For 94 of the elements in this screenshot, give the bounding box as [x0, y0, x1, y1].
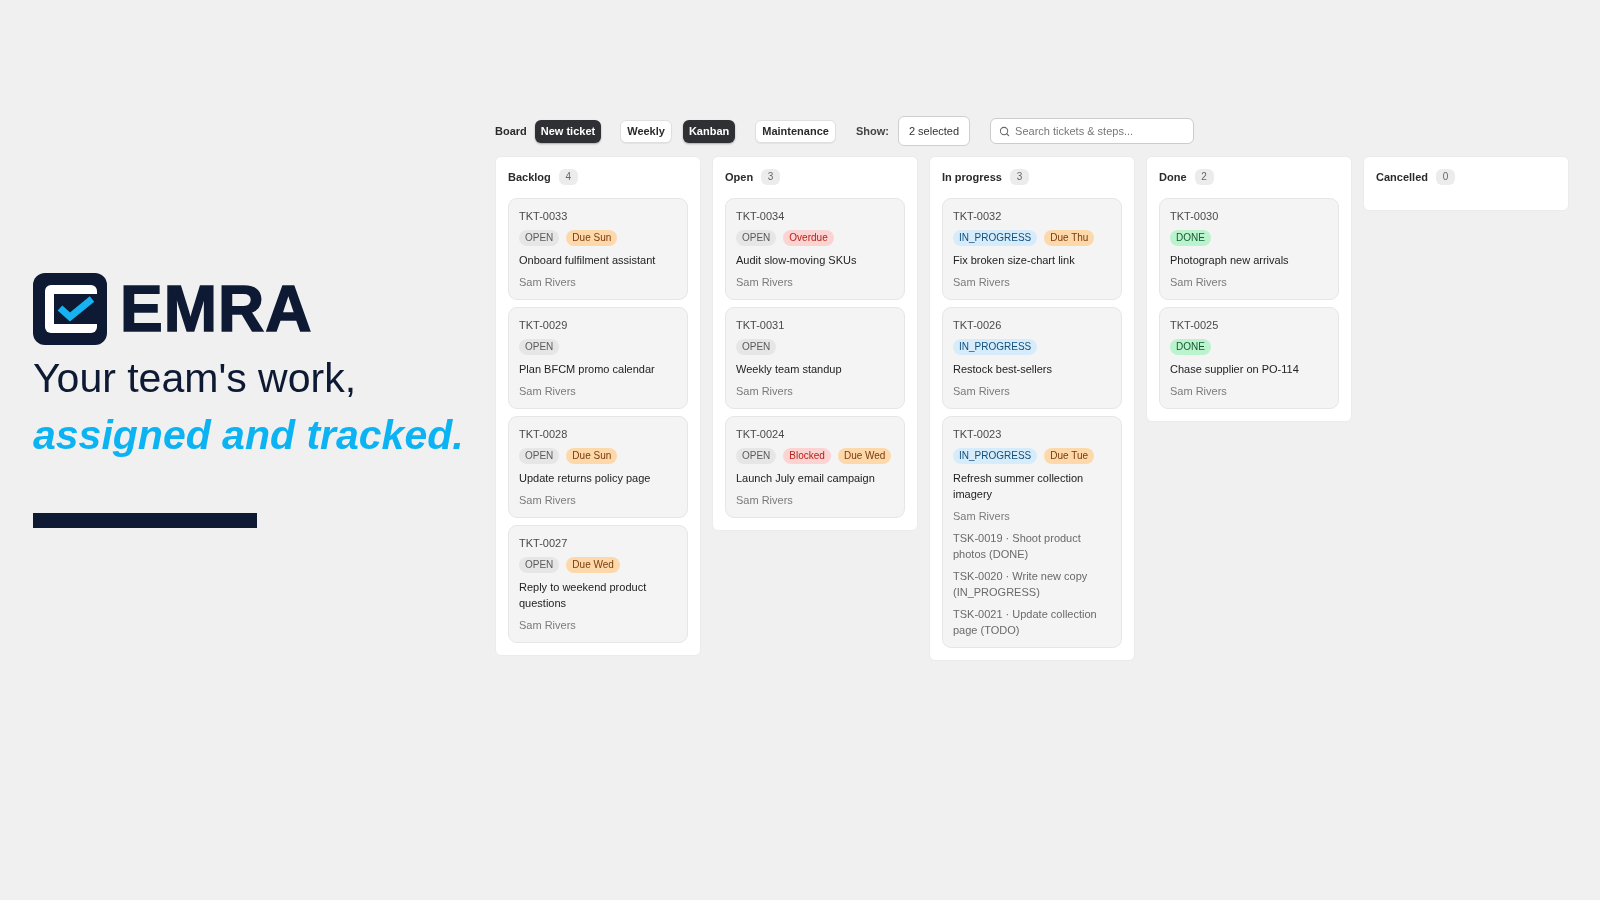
status-badge: OPEN	[736, 448, 777, 464]
column-title: In progress	[942, 169, 1002, 185]
column-title: Cancelled	[1376, 169, 1428, 185]
ticket-title: Update returns policy page	[519, 471, 652, 486]
assignee-name: Sam Rivers	[519, 275, 577, 290]
assignee-name: Sam Rivers	[519, 384, 577, 399]
status-badge: DONE	[1170, 339, 1211, 355]
ticket-id: TKT-0030	[1170, 209, 1220, 224]
ticket-card[interactable]: TKT-0028 OPEN Due Sun Update returns policy page Sam Rivers	[508, 416, 688, 518]
ticket-title: Launch July email campaign	[736, 471, 876, 486]
logo-icon	[33, 273, 107, 345]
ticket-title: Restock best-sellers	[953, 362, 1054, 377]
status-badge: OPEN	[736, 230, 777, 246]
ticket-title: Onboard fulfilment assistant	[519, 253, 657, 268]
ticket-id: TKT-0023	[953, 427, 1003, 442]
ticket-id: TKT-0024	[736, 427, 786, 442]
view-tab[interactable]: Kanban	[682, 119, 736, 143]
tagline-text: Your team's work,	[33, 355, 357, 401]
ticket-title: Fix broken size-chart link	[953, 253, 1076, 268]
new-ticket-button[interactable]: New ticket	[534, 119, 602, 143]
ticket-title: Photograph new arrivals	[1170, 253, 1290, 268]
status-badge: OPEN	[519, 448, 560, 464]
assignee-name: Sam Rivers	[1170, 384, 1228, 399]
ticket-title: Reply to weekend product questions	[519, 580, 648, 611]
ticket-id: TKT-0029	[519, 318, 569, 333]
ticket-card[interactable]: TKT-0029 OPEN Plan BFCM promo calendar Sam Rivers	[508, 307, 688, 409]
search-field[interactable]: Search tickets & steps...	[990, 118, 1195, 144]
ticket-card[interactable]: TKT-0033 OPEN Due Sun Onboard fulfilment assistant Sam Rivers	[508, 198, 688, 300]
subtask-text: TSK-0021 · Update collection page (TODO)	[953, 607, 1098, 638]
assignee-name: Sam Rivers	[736, 275, 794, 290]
count-badge: 0	[1435, 169, 1455, 185]
due-badge: Due Wed	[837, 448, 892, 464]
column-title: Done	[1159, 169, 1187, 185]
ticket-id: TKT-0027	[519, 536, 569, 551]
ticket-title: Audit slow-moving SKUs	[736, 253, 858, 268]
ticket-card[interactable]: TKT-0030 DONE Photograph new arrivals Sam Rivers	[1159, 198, 1339, 300]
ticket-card[interactable]: TKT-0023 IN_PROGRESS Due Tue Refresh summer collection imagery Sam Rivers TSK-0019 · Shoot product photos (DONE) TSK-0020 · Write new copy (IN_PROGRESS) TSK-0021 · Update collection page (TODO)	[942, 416, 1122, 648]
column-title: Backlog	[508, 169, 551, 185]
ticket-card[interactable]: TKT-0025 DONE Chase supplier on PO-114 Sam Rivers	[1159, 307, 1339, 409]
due-badge: Due Sun	[566, 230, 618, 246]
ticket-id: TKT-0033	[519, 209, 569, 224]
column-title: Open	[725, 169, 754, 185]
board-title: Board	[495, 123, 527, 139]
tagline-highlight-text: assigned and tracked.	[33, 412, 464, 458]
due-badge: Due Wed	[566, 557, 620, 573]
due-badge: Due Thu	[1044, 230, 1095, 246]
ticket-card[interactable]: TKT-0026 IN_PROGRESS Restock best-sellers Sam Rivers	[942, 307, 1122, 409]
alert-badge: Overdue	[783, 230, 834, 246]
assignee-name: Sam Rivers	[519, 618, 577, 633]
ticket-id: TKT-0028	[519, 427, 569, 442]
due-badge: Due Sun	[566, 448, 618, 464]
assignee-name: Sam Rivers	[953, 509, 1011, 524]
status-badge: OPEN	[519, 557, 560, 573]
view-tab[interactable]: Maintenance	[755, 119, 836, 143]
subtask-text: TSK-0020 · Write new copy (IN_PROGRESS)	[953, 569, 1089, 600]
ticket-id: TKT-0026	[953, 318, 1003, 333]
ticket-id: TKT-0031	[736, 318, 786, 333]
ticket-card[interactable]: TKT-0031 OPEN Weekly team standup Sam Rivers	[725, 307, 905, 409]
status-badge: OPEN	[736, 339, 777, 355]
status-badge: IN_PROGRESS	[953, 230, 1038, 246]
count-badge: 3	[761, 169, 781, 185]
due-badge: Due Tue	[1044, 448, 1095, 464]
status-badge: IN_PROGRESS	[953, 448, 1038, 464]
ticket-title: Weekly team standup	[736, 362, 843, 377]
assignee-name: Sam Rivers	[1170, 275, 1228, 290]
ticket-title: Chase supplier on PO-114	[1170, 362, 1300, 377]
ticket-card[interactable]: TKT-0024 OPEN Blocked Due Wed Launch July email campaign Sam Rivers	[725, 416, 905, 518]
ticket-id: TKT-0034	[736, 209, 786, 224]
search-icon	[999, 125, 1011, 137]
status-badge: IN_PROGRESS	[953, 339, 1038, 355]
assignee-name: Sam Rivers	[953, 275, 1011, 290]
count-badge: 3	[1009, 169, 1029, 185]
ticket-card[interactable]: TKT-0027 OPEN Due Wed Reply to weekend product questions Sam Rivers	[508, 525, 688, 643]
status-badge: OPEN	[519, 230, 560, 246]
assignee-name: Sam Rivers	[519, 493, 577, 508]
assignee-name: Sam Rivers	[736, 384, 794, 399]
count-badge: 2	[1194, 169, 1214, 185]
ticket-card[interactable]: TKT-0034 OPEN Overdue Audit slow-moving SKUs Sam Rivers	[725, 198, 905, 300]
alert-badge: Blocked	[783, 448, 831, 464]
ticket-card[interactable]: TKT-0032 IN_PROGRESS Due Thu Fix broken size-chart link Sam Rivers	[942, 198, 1122, 300]
ticket-title: Refresh summer collection imagery	[953, 471, 1085, 502]
count-badge: 4	[558, 169, 578, 185]
subtask-text: TSK-0019 · Shoot product photos (DONE)	[953, 531, 1082, 562]
brand-name: EMRA	[120, 277, 313, 341]
view-tab[interactable]: Weekly	[620, 119, 672, 143]
assignee-name: Sam Rivers	[953, 384, 1011, 399]
status-badge: DONE	[1170, 230, 1211, 246]
assignee-name: Sam Rivers	[736, 493, 794, 508]
ticket-title: Plan BFCM promo calendar	[519, 362, 656, 377]
show-label: Show:	[855, 123, 889, 139]
ticket-id: TKT-0025	[1170, 318, 1220, 333]
show-filter-select[interactable]: 2 selected	[897, 116, 971, 146]
ticket-id: TKT-0032	[953, 209, 1003, 224]
status-badge: OPEN	[519, 339, 560, 355]
